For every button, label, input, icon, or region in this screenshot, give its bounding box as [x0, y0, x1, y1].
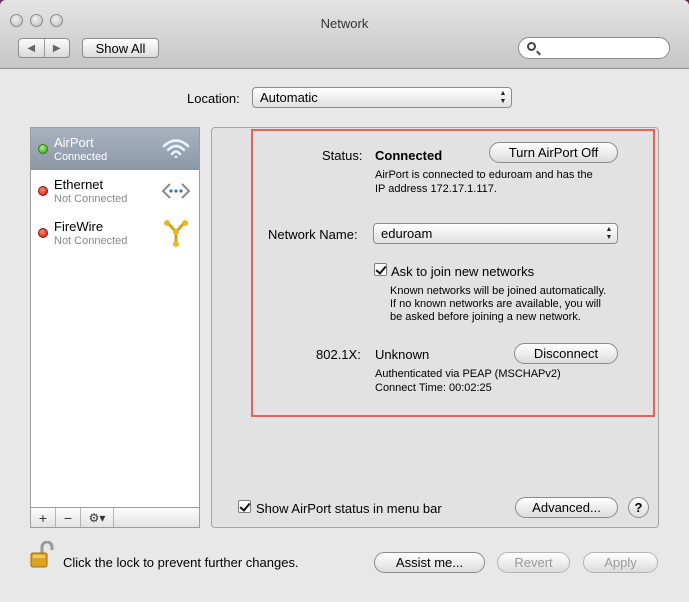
back-button[interactable]: ◀: [19, 39, 44, 57]
network-name-label: Network Name:: [268, 227, 358, 242]
service-item-ethernet[interactable]: Ethernet Not Connected: [31, 170, 199, 212]
window-title: Network: [320, 16, 369, 31]
network-name-select[interactable]: eduroam ▲ ▼: [373, 223, 618, 244]
show-status-label: Show AirPort status in menu bar: [256, 501, 442, 516]
add-service-button[interactable]: +: [31, 508, 56, 527]
revert-button[interactable]: Revert: [497, 552, 570, 573]
status-label: Status:: [322, 148, 363, 163]
ethernet-icon: [161, 183, 191, 199]
firewire-icon: [164, 220, 188, 247]
network-preferences-window: Network ◀ ▶ Show All Location: Automatic…: [0, 0, 689, 602]
location-label: Location:: [187, 91, 240, 106]
service-name: FireWire: [54, 219, 104, 234]
select-arrows-icon: ▲ ▼: [499, 90, 507, 105]
ask-join-description-line3: be asked before joining a new network.: [390, 311, 581, 323]
turn-airport-off-button[interactable]: Turn AirPort Off: [489, 142, 618, 163]
help-button[interactable]: ?: [628, 497, 649, 518]
lock-icon[interactable]: [30, 541, 54, 569]
status-indicator-icon: [38, 186, 48, 196]
service-status: Connected: [54, 151, 108, 163]
ask-join-description-line1: Known networks will be joined automatica…: [390, 285, 607, 297]
services-list: AirPort Connected Ethernet Not Connected: [30, 127, 200, 528]
lock-message: Click the lock to prevent further change…: [63, 555, 299, 570]
services-list-controls: + − ⚙▾: [30, 507, 200, 528]
show-status-checkbox[interactable]: [238, 500, 251, 513]
status-description-line2: IP address 172.17.1.117.: [375, 183, 497, 195]
status-indicator-icon: [38, 228, 48, 238]
forward-button[interactable]: ▶: [43, 39, 70, 57]
show-all-button[interactable]: Show All: [82, 38, 159, 58]
service-status: Not Connected: [54, 193, 128, 205]
dot1x-description-line1: Authenticated via PEAP (MSCHAPv2): [375, 368, 561, 380]
status-description-line1: AirPort is connected to eduroam and has …: [375, 169, 593, 181]
search-input[interactable]: [518, 37, 670, 59]
disconnect-button[interactable]: Disconnect: [514, 343, 618, 364]
ask-join-label: Ask to join new networks: [391, 264, 535, 279]
service-name: Ethernet: [54, 177, 104, 192]
assist-me-button[interactable]: Assist me...: [374, 552, 485, 573]
status-value: Connected: [375, 148, 443, 163]
ask-join-checkbox[interactable]: [374, 263, 387, 276]
navigation-buttons: ◀ ▶: [18, 38, 70, 58]
dot1x-value: Unknown: [375, 347, 430, 362]
network-name-value: eduroam: [381, 226, 433, 241]
advanced-button[interactable]: Advanced...: [515, 497, 618, 518]
ask-join-description-line2: If no known networks are available, you …: [390, 298, 601, 310]
service-name: AirPort: [54, 135, 94, 150]
search-icon: [527, 42, 536, 51]
location-value: Automatic: [260, 90, 318, 105]
wifi-icon: [162, 139, 190, 158]
dot1x-label: 802.1X:: [316, 347, 361, 362]
apply-button[interactable]: Apply: [583, 552, 658, 573]
service-status: Not Connected: [54, 235, 128, 247]
status-indicator-icon: [38, 144, 48, 154]
location-select[interactable]: Automatic ▲ ▼: [252, 87, 512, 108]
title-bar: Network ◀ ▶ Show All: [0, 0, 689, 69]
service-item-airport[interactable]: AirPort Connected: [31, 128, 199, 170]
connect-time: Connect Time: 00:02:25: [375, 382, 492, 394]
remove-service-button[interactable]: −: [56, 508, 81, 527]
service-item-firewire[interactable]: FireWire Not Connected: [31, 212, 199, 254]
gear-icon[interactable]: ⚙▾: [81, 508, 114, 527]
select-arrows-icon: ▲ ▼: [605, 226, 613, 241]
